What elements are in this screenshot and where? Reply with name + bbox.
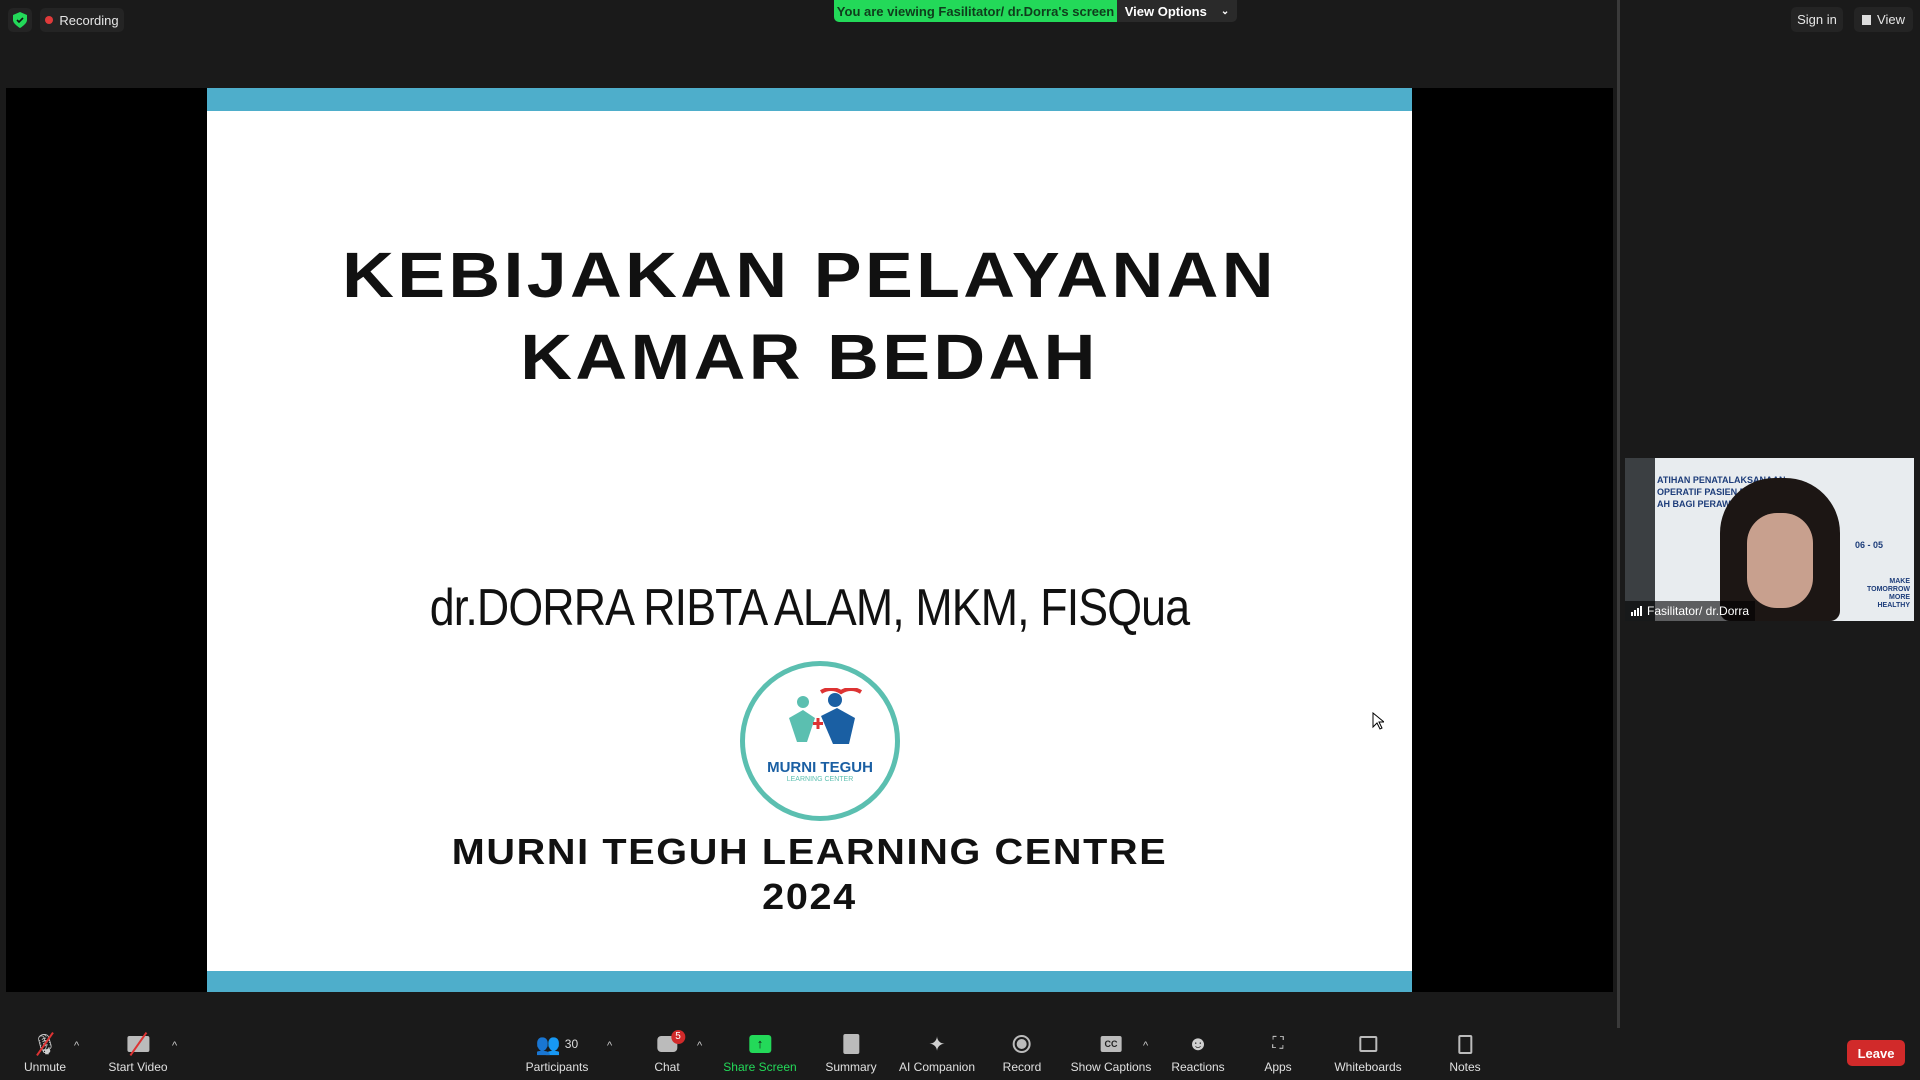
reactions-smiley-icon: ☻ [1187,1032,1209,1055]
view-label: View [1877,12,1905,27]
participants-label: Participants [525,1060,589,1074]
chat-label: Chat [654,1060,680,1074]
logo-subtext: LEARNING CENTER [786,776,854,783]
record-label: Record [1002,1060,1042,1074]
record-button[interactable]: Record [1002,1030,1042,1080]
video-tile-fasilitator[interactable]: ATIHAN PENATALAKSANAAN OPERATIF PASIEN D… [1625,458,1914,621]
slide-title-line-1: KEBIJAKAN PELAYANAN [342,239,1277,311]
recording-label: Recording [59,12,119,28]
bg-text: HEALTHY [1877,602,1911,609]
summary-label: Summary [825,1060,877,1074]
whiteboard-icon [1359,1030,1377,1058]
start-video-button[interactable]: Start Video [108,1030,168,1080]
sign-in-button[interactable]: Sign in [1791,7,1843,32]
video-off-icon [127,1030,149,1058]
unmute-label: Unmute [23,1060,67,1074]
chat-unread-badge: 5 [670,1030,685,1044]
leave-button[interactable]: Leave [1847,1040,1905,1066]
summary-button[interactable]: Summary [825,1030,877,1080]
chevron-down-icon: ⌄ [1220,5,1230,17]
video-options-caret-icon[interactable]: ^ [172,1040,177,1052]
whiteboards-button[interactable]: Whiteboards [1334,1030,1402,1080]
organization-name: MURNI TEGUH LEARNING CENTRE [451,831,1168,872]
ai-companion-button[interactable]: ✦ AI Companion [899,1030,975,1080]
chat-icon: 5 [656,1030,685,1058]
view-options-button[interactable]: View Options ⌄ [1117,0,1237,22]
whiteboards-label: Whiteboards [1334,1060,1402,1074]
participants-caret-icon[interactable]: ^ [607,1040,612,1052]
reactions-button[interactable]: ☻ Reactions [1171,1030,1224,1080]
apps-label: Apps [1264,1060,1292,1074]
logo-figures-icon [789,687,863,744]
bg-text: MAKE [1889,578,1911,585]
ai-companion-label: AI Companion [898,1060,976,1074]
slide-top-bar [207,88,1412,111]
murni-teguh-logo: MURNI TEGUH LEARNING CENTER [740,661,900,821]
share-screen-icon: ↑ [748,1030,771,1058]
presenter-name: dr.DORRA RIBTA ALAM, MKM, FISQua [429,579,1190,637]
show-captions-label: Show Captions [1070,1060,1152,1074]
presentation-slide: KEBIJAKAN PELAYANAN KAMAR BEDAH dr.DORRA… [207,88,1412,992]
bg-text: TOMORROW [1867,586,1911,593]
logo-text: MURNI TEGUH [767,759,873,776]
screen-share-banner: You are viewing Fasilitator/ dr.Dorra's … [834,0,1117,22]
show-captions-button[interactable]: CC Show Captions [1070,1030,1152,1080]
share-screen-label: Share Screen [723,1060,797,1074]
panel-divider[interactable] [1617,0,1620,1028]
cc-text: CC [1100,1036,1122,1052]
view-button[interactable]: View [1854,7,1913,32]
unmute-button[interactable]: 🎙 Unmute [24,1030,66,1080]
bg-text: MORE [1889,594,1911,601]
participants-button[interactable]: 👥 30 Participants [526,1030,589,1080]
chat-caret-icon[interactable]: ^ [697,1040,702,1052]
security-shield-icon[interactable] [8,8,32,32]
summary-icon [843,1030,859,1058]
closed-captions-icon: CC [1100,1030,1122,1058]
notes-icon [1457,1030,1472,1058]
audio-options-caret-icon[interactable]: ^ [74,1040,79,1052]
slide-bottom-bar [207,971,1412,992]
slide-title-line-2: KAMAR BEDAH [520,321,1099,393]
apps-button[interactable]: ⛶ Apps [1264,1030,1291,1080]
reactions-label: Reactions [1171,1060,1225,1074]
ai-sparkle-icon: ✦ [928,1033,946,1056]
view-options-label: View Options [1124,3,1207,19]
share-screen-button[interactable]: ↑ Share Screen [723,1030,797,1080]
slide-year: 2024 [762,876,857,917]
signal-strength-icon [1631,606,1642,616]
bg-dates: 06 - 05 [1855,540,1884,550]
participants-count: 30 [564,1037,579,1051]
apps-icon: ⛶ [1272,1035,1284,1052]
recording-dot-icon [45,16,54,24]
record-icon [1013,1030,1031,1058]
captions-caret-icon[interactable]: ^ [1143,1040,1148,1052]
mouse-cursor-icon [1372,712,1384,730]
view-layout-icon [1862,14,1872,25]
chat-button[interactable]: 5 Chat [654,1030,685,1080]
microphone-muted-icon: 🎙 [32,1030,58,1058]
start-video-label: Start Video [108,1060,168,1074]
sign-in-label: Sign in [1797,12,1837,27]
recording-indicator[interactable]: Recording [40,8,124,32]
participants-icon: 👥 30 [535,1033,579,1056]
participant-name: Fasilitator/ dr.Dorra [1647,604,1750,618]
notes-button[interactable]: Notes [1449,1030,1481,1080]
notes-label: Notes [1449,1060,1481,1074]
